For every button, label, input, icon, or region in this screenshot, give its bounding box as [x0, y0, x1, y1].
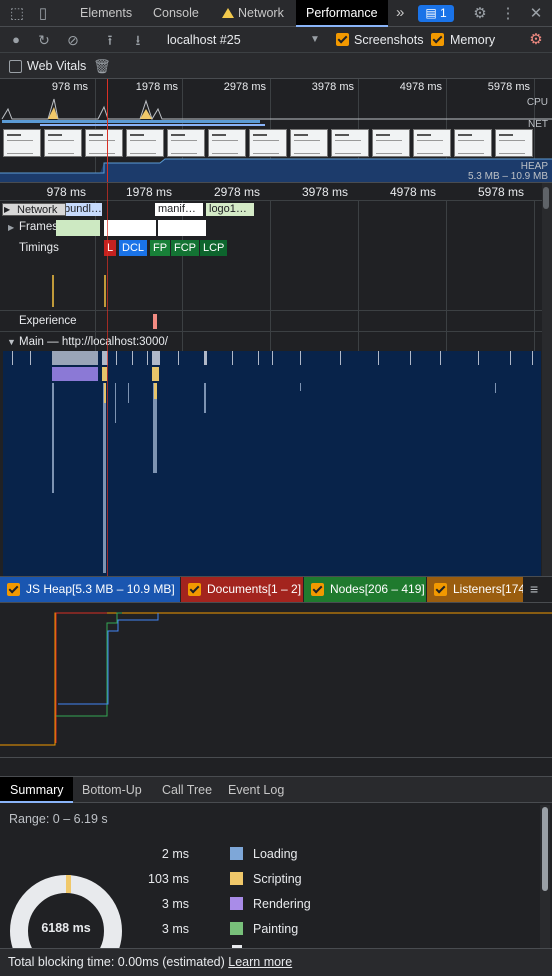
triangle-down-icon[interactable]: ▼	[7, 337, 16, 347]
tab-summary[interactable]: Summary	[0, 777, 74, 803]
tab-elements[interactable]: Elements	[70, 0, 142, 27]
track-network[interactable]: Network	[2, 203, 66, 216]
memory-counters-chart	[0, 603, 552, 758]
legend-js-heap[interactable]: JS Heap[5.3 MB – 10.9 MB]	[0, 577, 180, 602]
web-vitals-checkbox[interactable]	[9, 60, 22, 73]
network-item[interactable]: logo1…	[206, 203, 254, 216]
flame-scrollbar[interactable]	[543, 187, 549, 209]
track-network-label: Network	[17, 204, 58, 216]
loading-value: 2 ms	[161, 847, 189, 861]
playhead-marker	[107, 79, 108, 182]
timeline-overview[interactable]: 978 ms 1978 ms 2978 ms 3978 ms 4978 ms 5…	[0, 79, 552, 183]
device-toolbar-icon[interactable]: ▯	[31, 0, 55, 27]
performance-toolbar: ● ↻ ⊘ ⭱ ⭳ localhost #25 ▼ Screenshots Me…	[0, 27, 552, 53]
network-item[interactable]: manif…	[155, 203, 203, 216]
loading-swatch	[230, 847, 243, 860]
gear-icon[interactable]: ⚙	[468, 0, 492, 27]
range-label: Range: 0 – 6.19 s	[9, 812, 108, 826]
legend-documents-label: Documents[1 – 2]	[207, 582, 302, 596]
tab-bottom-up[interactable]: Bottom-Up	[72, 777, 152, 803]
flame-tick: 5978 ms	[477, 185, 524, 199]
tab-network[interactable]: Network	[212, 0, 294, 27]
marker-dcl[interactable]: DCL	[119, 240, 148, 256]
warning-icon	[222, 8, 234, 18]
kebab-menu-icon[interactable]: ⋮	[496, 0, 520, 27]
painting-swatch	[230, 922, 243, 935]
scripting-value: 103 ms	[148, 872, 189, 886]
reload-icon[interactable]: ↻	[34, 27, 54, 53]
download-icon[interactable]: ⭳	[128, 27, 148, 53]
devtools-tabbar: ⬚ ▯ Elements Console Network Performance…	[0, 0, 552, 27]
scripting-name: Scripting	[253, 872, 302, 886]
flame-tick: 978 ms	[46, 185, 86, 199]
summary-panel: Range: 0 – 6.19 s 2 ms Loading 103 ms Sc…	[0, 803, 552, 948]
summary-total: 6188 ms	[41, 921, 91, 935]
issues-count: 1	[439, 6, 447, 20]
flame-chart[interactable]: 978 ms 1978 ms 2978 ms 3978 ms 4978 ms 5…	[0, 183, 552, 576]
tab-call-tree[interactable]: Call Tree	[152, 777, 222, 803]
marker-l[interactable]: L	[104, 240, 117, 256]
track-main-label[interactable]: Main — http://localhost:3000/	[19, 336, 168, 348]
memory-lines	[0, 612, 552, 746]
web-vitals-label: Web Vitals	[27, 59, 87, 73]
capture-settings-gear-icon[interactable]: ⚙	[526, 27, 546, 53]
marker-fp[interactable]: FP	[150, 240, 171, 256]
track-frames-label[interactable]: Frames	[19, 221, 58, 233]
legend-listeners[interactable]: Listeners[174	[427, 577, 523, 602]
tab-performance[interactable]: Performance	[296, 0, 388, 27]
memory-label: Memory	[450, 33, 496, 47]
legend-listeners-label: Listeners[174	[453, 582, 523, 596]
issues-icon: ▤	[425, 6, 440, 20]
network-item[interactable]: bundl…	[62, 203, 102, 216]
footer-bar: Total blocking time: 0.00ms (estimated) …	[0, 948, 552, 976]
flame-tick: 1978 ms	[125, 185, 172, 199]
legend-js-heap-label: JS Heap[5.3 MB – 10.9 MB]	[26, 582, 175, 596]
tab-event-log[interactable]: Event Log	[218, 777, 294, 803]
heap-range: 5.3 MB – 10.9 MB	[467, 171, 548, 182]
scripting-swatch	[230, 872, 243, 885]
marker-lcp[interactable]: LCP	[200, 240, 228, 256]
flame-tick: 3978 ms	[301, 185, 348, 199]
summary-scrollbar[interactable]	[542, 807, 548, 891]
total-blocking-time: Total blocking time: 0.00ms (estimated)	[8, 955, 225, 969]
profile-select[interactable]: localhost #25	[167, 27, 241, 53]
memory-legend: JS Heap[5.3 MB – 10.9 MB] Documents[1 – …	[0, 576, 552, 603]
more-tabs-button[interactable]: »	[386, 0, 414, 27]
close-icon[interactable]: ✕	[524, 0, 548, 27]
track-timings-label: Timings	[19, 242, 59, 254]
resizer-strip[interactable]	[0, 758, 552, 777]
trash-icon[interactable]: 🗑	[92, 53, 112, 79]
chevron-down-icon[interactable]: ▼	[305, 27, 325, 53]
tab-network-label: Network	[238, 6, 284, 20]
legend-documents[interactable]: Documents[1 – 2]	[181, 577, 303, 602]
marker-fcp[interactable]: FCP	[171, 240, 199, 256]
hamburger-menu-icon[interactable]: ≡	[530, 577, 538, 602]
tab-console[interactable]: Console	[143, 0, 209, 27]
clear-icon[interactable]: ⊘	[63, 27, 83, 53]
details-tabbar: Summary Bottom-Up Call Tree Event Log	[0, 777, 552, 803]
learn-more-link[interactable]: Learn more	[228, 955, 292, 969]
legend-nodes[interactable]: Nodes[206 – 419]	[304, 577, 426, 602]
flame-tick: 4978 ms	[389, 185, 436, 199]
main-thread-tasks	[12, 351, 533, 573]
memory-checkbox[interactable]	[431, 33, 444, 46]
legend-nodes-label: Nodes[206 – 419]	[330, 582, 425, 596]
rendering-swatch	[230, 897, 243, 910]
painting-name: Painting	[253, 922, 299, 936]
screenshots-label: Screenshots	[354, 33, 424, 47]
loading-name: Loading	[253, 847, 298, 861]
inspect-element-icon[interactable]: ⬚	[5, 0, 29, 27]
screenshots-checkbox[interactable]	[336, 33, 349, 46]
flame-tick: 2978 ms	[213, 185, 260, 199]
rendering-name: Rendering	[253, 897, 311, 911]
issues-badge[interactable]: ▤ 1	[418, 5, 454, 22]
web-vitals-toolbar: Web Vitals 🗑	[0, 53, 552, 79]
record-icon[interactable]: ●	[6, 27, 26, 53]
triangle-right-icon: ▶	[4, 205, 11, 214]
track-experience-label: Experience	[19, 315, 77, 327]
upload-icon[interactable]: ⭱	[100, 27, 120, 53]
triangle-right-icon[interactable]: ▶	[8, 223, 14, 232]
